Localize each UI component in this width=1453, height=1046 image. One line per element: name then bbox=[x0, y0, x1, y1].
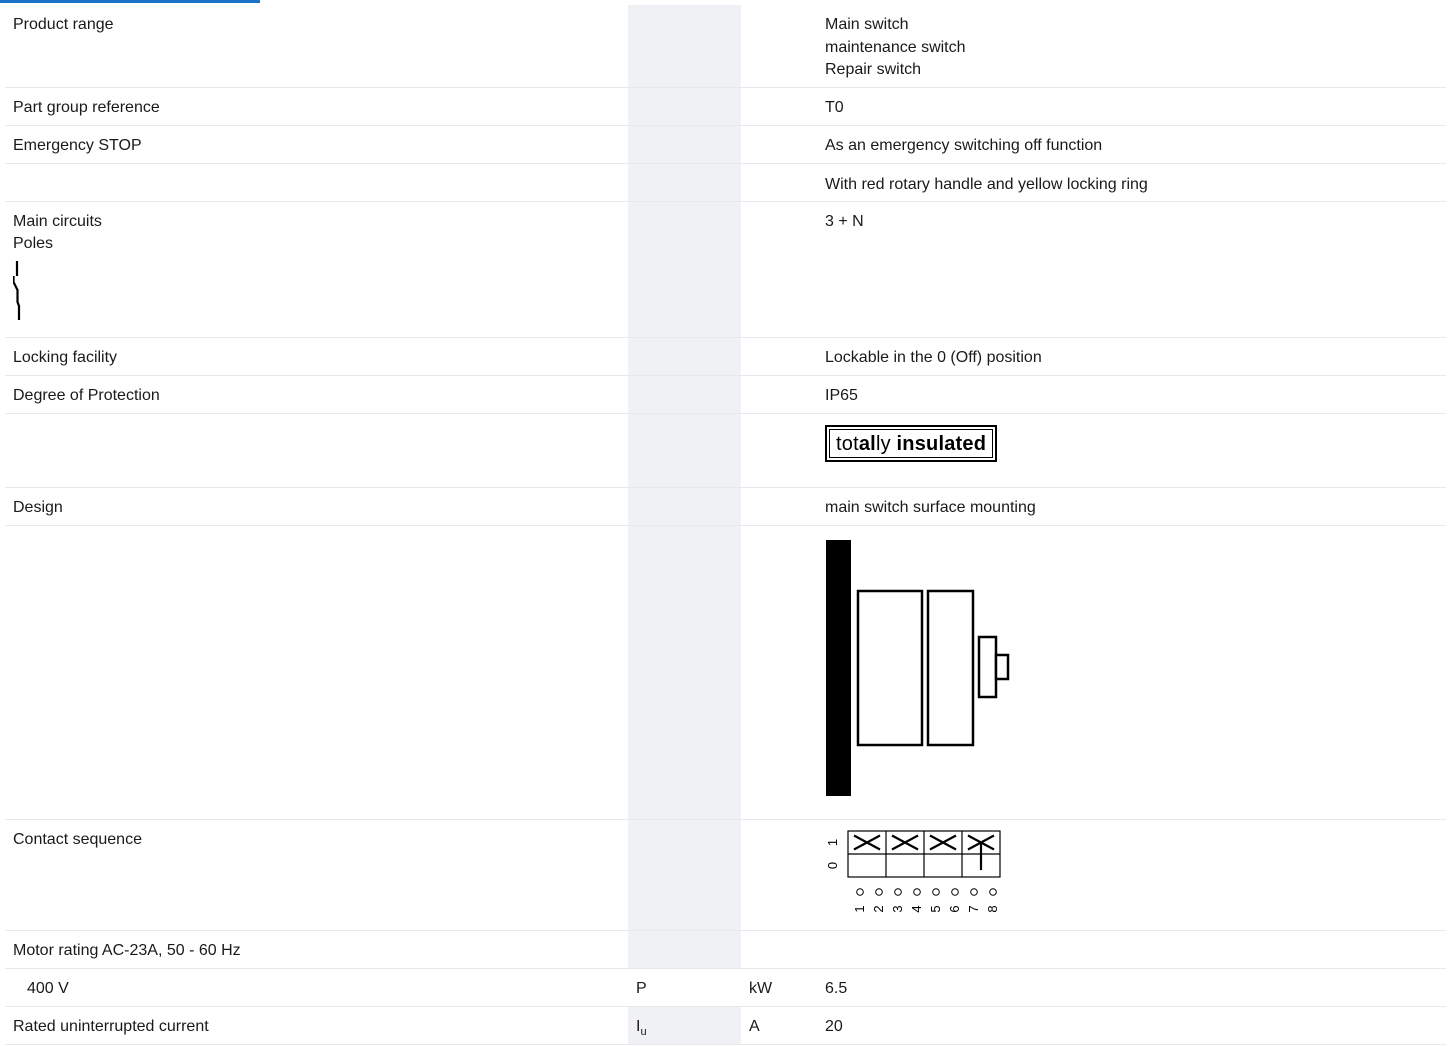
terminal-circle bbox=[856, 887, 864, 896]
row-label: Emergency STOP bbox=[5, 125, 628, 164]
contact-sequence-diagram: 101 2 3 4 5 6 7 8 bbox=[825, 829, 1001, 912]
table-row: 400 V P kW 6.5 bbox=[5, 968, 1446, 1007]
terminal-circle bbox=[913, 887, 921, 896]
row-value: 3 + N bbox=[817, 201, 1446, 338]
row-label bbox=[5, 163, 628, 202]
row-value: As an emergency switching off function bbox=[817, 125, 1446, 164]
table-row: Main circuits Poles 3 + N bbox=[5, 201, 1446, 338]
totally-insulated-badge: totally insulated bbox=[825, 424, 998, 462]
terminal-label: 2 bbox=[871, 905, 886, 912]
row-label: Product range bbox=[5, 5, 628, 88]
row-label: Main circuits Poles bbox=[13, 212, 102, 253]
table-row: Motor rating AC-23A, 50 - 60 Hz bbox=[5, 930, 1446, 969]
row-unit: A bbox=[741, 1006, 817, 1045]
row-label: Motor rating AC-23A, 50 - 60 Hz bbox=[5, 930, 628, 969]
terminal-circle bbox=[932, 887, 940, 896]
row-symbol: P bbox=[628, 968, 741, 1007]
terminal-label: 3 bbox=[890, 905, 905, 912]
row-label: Design bbox=[5, 487, 628, 526]
row-value: T0 bbox=[817, 87, 1446, 126]
terminal-label: 6 bbox=[947, 905, 962, 912]
terminal-circle bbox=[894, 887, 902, 896]
terminal-circle bbox=[970, 887, 978, 896]
contact-closed-mark bbox=[929, 834, 957, 850]
terminal-label: 8 bbox=[985, 905, 1000, 912]
terminal-label: 1 bbox=[852, 905, 867, 912]
table-row: totally insulated bbox=[5, 413, 1446, 488]
row-value: main switch surface mounting bbox=[817, 487, 1446, 526]
table-row: Contact sequence 1012345678 bbox=[5, 819, 1446, 931]
row-value: Main switch maintenance switch Repair sw… bbox=[817, 5, 1446, 88]
table-row: Product range Main switch maintenance sw… bbox=[5, 5, 1446, 88]
terminal-label: 4 bbox=[909, 905, 924, 912]
row-value: IP65 bbox=[817, 375, 1446, 414]
spec-table: Product range Main switch maintenance sw… bbox=[5, 5, 1446, 1045]
row-unit: kW bbox=[741, 968, 817, 1007]
contact-closed-mark bbox=[891, 834, 919, 850]
position-label: 0 bbox=[825, 861, 840, 868]
row-label: Rated uninterrupted current bbox=[5, 1006, 628, 1045]
table-row: Rated uninterrupted current Iu A 20 bbox=[5, 1006, 1446, 1045]
row-value: 20 bbox=[817, 1006, 1446, 1045]
position-label: 1 bbox=[825, 838, 840, 845]
row-symbol: Iu bbox=[628, 1006, 741, 1045]
row-value: Lockable in the 0 (Off) position bbox=[817, 337, 1446, 376]
contact-closed-mark bbox=[853, 834, 881, 850]
terminal-circle bbox=[989, 887, 997, 896]
terminal-circle bbox=[951, 887, 959, 896]
table-row: Locking facility Lockable in the 0 (Off)… bbox=[5, 337, 1446, 376]
table-row: Part group reference T0 bbox=[5, 87, 1446, 126]
row-value: With red rotary handle and yellow lockin… bbox=[817, 163, 1446, 202]
table-row: With red rotary handle and yellow lockin… bbox=[5, 163, 1446, 202]
row-label: Contact sequence bbox=[5, 819, 628, 931]
accent-bar bbox=[0, 0, 260, 3]
surface-mount-switch-diagram bbox=[826, 539, 1010, 796]
pole-symbol-icon bbox=[13, 260, 21, 320]
terminal-circle bbox=[875, 887, 883, 896]
row-label: Part group reference bbox=[5, 87, 628, 126]
row-value: 6.5 bbox=[817, 968, 1446, 1007]
terminal-label: 5 bbox=[928, 905, 943, 912]
row-label: Degree of Protection bbox=[5, 375, 628, 414]
table-row: Degree of Protection IP65 bbox=[5, 375, 1446, 414]
table-row bbox=[5, 525, 1446, 820]
table-row: Design main switch surface mounting bbox=[5, 487, 1446, 526]
terminal-label: 7 bbox=[966, 905, 981, 912]
table-row: Emergency STOP As an emergency switching… bbox=[5, 125, 1446, 164]
row-label: Locking facility bbox=[5, 337, 628, 376]
row-label: 400 V bbox=[5, 968, 628, 1007]
